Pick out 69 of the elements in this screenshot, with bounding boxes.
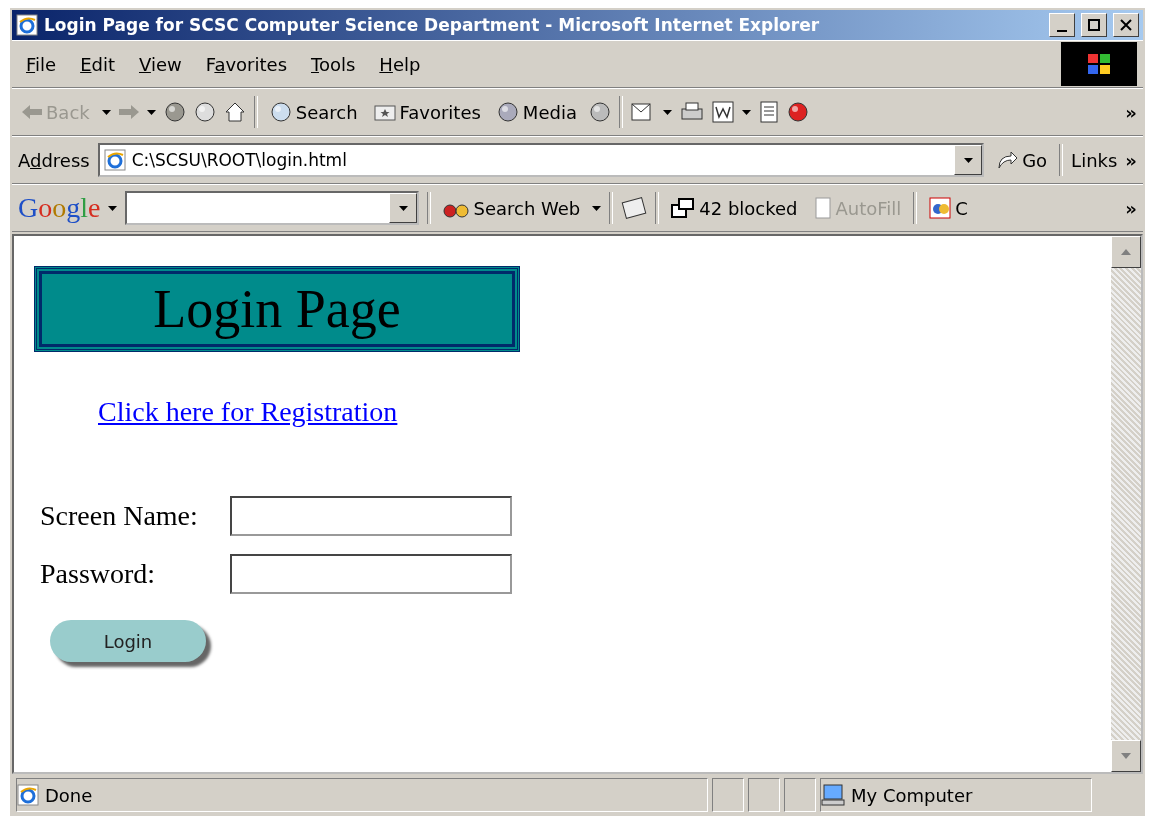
down-arrow-icon [1121, 753, 1131, 759]
ie-logo-icon [103, 149, 126, 171]
favorites-button[interactable]: Favorites [369, 99, 485, 125]
status-text: Done [45, 784, 93, 806]
zone-text: My Computer [851, 784, 973, 806]
caret-icon[interactable] [963, 157, 973, 163]
back-arrow-icon [22, 105, 42, 119]
scroll-up-button[interactable] [1111, 236, 1141, 268]
dropdown-button[interactable] [954, 145, 983, 175]
caret-icon[interactable] [108, 205, 118, 211]
go-button[interactable]: Go [992, 147, 1052, 173]
home-icon[interactable] [223, 101, 246, 123]
text-input[interactable] [230, 496, 512, 536]
windows-logo-icon [1061, 42, 1137, 86]
google-overflow-chevron[interactable]: » [1125, 197, 1137, 219]
address-label: Address [18, 149, 90, 171]
minimize-button[interactable] [1049, 13, 1075, 37]
field-label: Password: [40, 558, 157, 590]
maximize-icon [1088, 19, 1100, 31]
caret-icon[interactable] [398, 205, 408, 211]
google-search-field[interactable] [125, 191, 420, 225]
toolbar-overflow-chevron[interactable]: » [1125, 101, 1137, 123]
close-button[interactable] [1113, 13, 1139, 37]
registration-link[interactable]: Click here for Registration [98, 396, 398, 428]
caret-icon[interactable] [592, 205, 602, 211]
address-text: C:\SCSU\ROOT\login.html [131, 150, 347, 170]
form-icon [813, 197, 832, 219]
close-icon [1120, 19, 1132, 31]
menu-item[interactable]: View [131, 51, 190, 77]
menu-item[interactable]: Tools [303, 51, 364, 77]
search-web-button[interactable]: Search Web [439, 195, 585, 221]
menu-item[interactable]: File [18, 51, 65, 77]
links-overflow-chevron[interactable]: » [1125, 149, 1137, 171]
ie-logo-icon [16, 14, 38, 36]
media-button[interactable]: Media [492, 99, 581, 125]
window-title: Login Page for SCSC Computer Science Department - Microsoft Internet Explorer [44, 15, 821, 35]
text-input[interactable] [230, 554, 512, 594]
status-pane [712, 778, 744, 812]
windows-icon [671, 197, 696, 219]
printer-icon[interactable] [679, 101, 704, 123]
links-button[interactable]: Links [1071, 149, 1118, 171]
field-label: Screen Name: [40, 500, 199, 532]
caret-icon[interactable] [662, 109, 672, 115]
address-field[interactable]: C:\SCSU\ROOT\login.html [97, 143, 985, 177]
caret-icon[interactable] [741, 109, 751, 115]
word-document-icon[interactable] [711, 101, 734, 123]
maximize-button[interactable] [1081, 13, 1107, 37]
shapes-icon [929, 197, 952, 219]
go-arrow-icon [996, 150, 1019, 170]
dropdown-button[interactable] [389, 193, 418, 223]
scrollbar[interactable] [1111, 236, 1141, 772]
status-pane [784, 778, 816, 812]
page-heading: Login Page [34, 266, 520, 352]
menu-item[interactable]: Favorites [197, 51, 295, 77]
document-icon[interactable] [758, 101, 779, 123]
minimize-icon [1056, 30, 1068, 32]
menu-item[interactable]: Help [371, 51, 429, 77]
status-pane [748, 778, 780, 812]
caret-icon[interactable] [146, 109, 156, 115]
search-button[interactable]: Search [265, 99, 362, 125]
up-arrow-icon [1121, 249, 1131, 255]
caret-icon[interactable] [101, 109, 111, 115]
login-button[interactable]: Login [50, 620, 206, 662]
computer-icon [821, 784, 845, 806]
popup-blocker-button[interactable]: 42 blocked [667, 195, 802, 221]
google-logo[interactable]: Google [18, 192, 101, 224]
menu-item[interactable]: Edit [72, 51, 123, 77]
scroll-down-button[interactable] [1111, 740, 1141, 772]
options-button[interactable]: C [925, 195, 972, 221]
